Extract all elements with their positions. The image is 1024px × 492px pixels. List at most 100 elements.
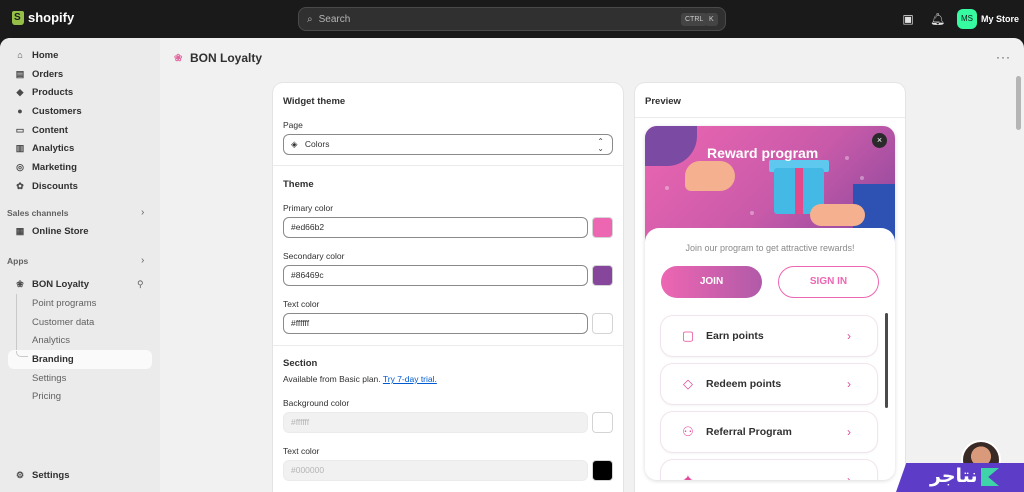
chevron-right-icon[interactable]: › [141,207,144,218]
bell-icon[interactable]: 🔔︎ [930,12,945,26]
option-redeem-points[interactable]: ◇ Redeem points › [661,364,877,404]
divider [273,165,623,166]
join-text: Join our program to get attractive rewar… [685,243,855,253]
sidebar-sub-pricing[interactable]: Pricing [32,391,61,402]
sidebar: ⌂ Home ▤ Orders ◆ Products ● Customers ▭… [0,38,160,492]
primary-color-input[interactable]: #ed66b2 [283,217,588,238]
top-bar: shopify ⌕ Search CTRL K ▣ 🔔︎ MS My Store [0,0,1024,38]
section-note-text: Available from Basic plan. [283,374,381,384]
sidebar-sub-customer-data[interactable]: Customer data [32,317,94,328]
sidebar-item-label: Online Store [32,225,89,237]
option-partial[interactable]: ✦ › [661,460,877,480]
sidebar-item-label: Products [32,86,74,98]
sleeve-illustration [645,126,697,166]
search-placeholder: Search [318,13,351,25]
store-menu[interactable]: MS My Store [957,9,1019,29]
secondary-color-swatch[interactable] [592,265,613,286]
confetti-dot [845,156,849,160]
sidebar-item-home[interactable]: ⌂ Home [8,46,152,64]
option-label: Earn points [706,330,764,342]
text-color-input[interactable]: #ffffff [283,313,588,334]
page-title: ❀ BON Loyalty [174,51,262,65]
sidebar-item-settings[interactable]: ⚙ Settings [8,466,152,484]
widget-scrollbar[interactable] [885,313,888,408]
person-icon: ● [17,106,23,116]
sidebar-sub-analytics[interactable]: Analytics [32,335,70,346]
select-chevron-icon: ⌃ ⌄ [597,137,604,153]
close-icon[interactable]: × [872,133,887,148]
reward-banner: Reward program × [645,126,895,244]
tag-icon: ◆ [16,87,24,97]
secondary-color-label: Secondary color [283,251,345,261]
sidebar-item-products[interactable]: ◆ Products [8,83,152,101]
sidebar-item-discounts[interactable]: ✿ Discounts [8,177,152,195]
sidebar-item-label: BON Loyalty [32,278,90,290]
page-title-text: BON Loyalty [190,51,263,65]
brand-name: shopify [28,10,75,25]
pin-icon[interactable]: ⚲ [137,279,144,290]
sidebar-item-bon-loyalty[interactable]: ❀ BON Loyalty [8,275,152,293]
hand-illustration [685,161,735,191]
chevron-right-icon: › [847,425,851,439]
background-color-swatch[interactable] [592,412,613,433]
sidebar-sub-settings[interactable]: Settings [32,373,66,384]
sidebar-item-label: Settings [32,469,70,481]
background-color-input[interactable]: #ffffff [283,412,588,433]
sidebar-item-orders[interactable]: ▤ Orders [8,65,152,83]
store-icon: ▦ [15,226,25,236]
inbox-icon[interactable]: ▣ [901,12,915,26]
ticket-icon: ◇ [683,376,693,391]
gift-icon: ✦ [682,472,694,480]
sidebar-item-label: Discounts [32,180,78,192]
sidebar-item-label: Orders [32,68,64,80]
confetti-dot [860,176,864,180]
sidebar-item-online-store[interactable]: ▦ Online Store [8,222,152,240]
sidebar-item-label: Content [32,124,68,136]
sidebar-item-label: Home [32,49,59,61]
option-earn-points[interactable]: ▢ Earn points › [661,316,877,356]
divider [635,117,905,118]
shopify-logo[interactable]: shopify [12,10,74,25]
brand-tag-text: نتاجر [930,465,978,487]
wallet-icon: ▢ [681,328,695,343]
section-text-color-label: Text color [283,446,320,456]
sidebar-sub-point-programs[interactable]: Point programs [32,298,96,309]
flower-icon: ❀ [16,279,24,289]
secondary-color-input[interactable]: #86469c [283,265,588,286]
banner-title: Reward program [707,145,819,161]
tree-line [16,294,17,351]
sidebar-item-label: Analytics [32,142,75,154]
gear-icon: ⚙ [15,470,25,480]
sign-in-button[interactable]: SIGN IN [778,266,879,298]
section-text-color-input[interactable]: #000000 [283,460,588,481]
sidebar-sub-branding[interactable]: Branding [32,354,74,365]
more-actions-icon[interactable]: ··· [996,50,1011,64]
sidebar-item-marketing[interactable]: ◎ Marketing [8,158,152,176]
home-icon: ⌂ [17,50,23,60]
sidebar-item-customers[interactable]: ● Customers [8,102,152,120]
sidebar-item-analytics[interactable]: ▥ Analytics [8,139,152,157]
option-referral-program[interactable]: ⚇ Referral Program › [661,412,877,452]
analytics-icon: ▥ [15,143,25,153]
confetti-dot [665,186,669,190]
join-button[interactable]: JOIN [661,266,762,298]
confetti-dot [750,211,754,215]
trial-link[interactable]: Try 7-day trial. [383,374,437,384]
discount-icon: ✿ [16,181,24,191]
background-color-label: Background color [283,398,350,408]
primary-color-swatch[interactable] [592,217,613,238]
section-text-color-swatch[interactable] [592,460,613,481]
marketing-icon: ◎ [16,162,24,172]
option-label: Redeem points [706,378,782,390]
sidebar-item-content[interactable]: ▭ Content [8,121,152,139]
card-title: Widget theme [283,96,346,107]
page-header: ❀ BON Loyalty ··· [160,38,1024,76]
users-icon: ⚇ [682,424,694,439]
text-color-swatch[interactable] [592,313,613,334]
text-color-label: Text color [283,299,320,309]
search-input[interactable]: ⌕ Search CTRL K [298,7,726,31]
section-note: Available from Basic plan. Try 7-day tri… [283,374,437,384]
page-scrollbar[interactable] [1016,76,1021,130]
chevron-right-icon[interactable]: › [141,255,144,266]
page-select[interactable]: ◈ Colors ⌃ ⌄ [283,134,613,155]
